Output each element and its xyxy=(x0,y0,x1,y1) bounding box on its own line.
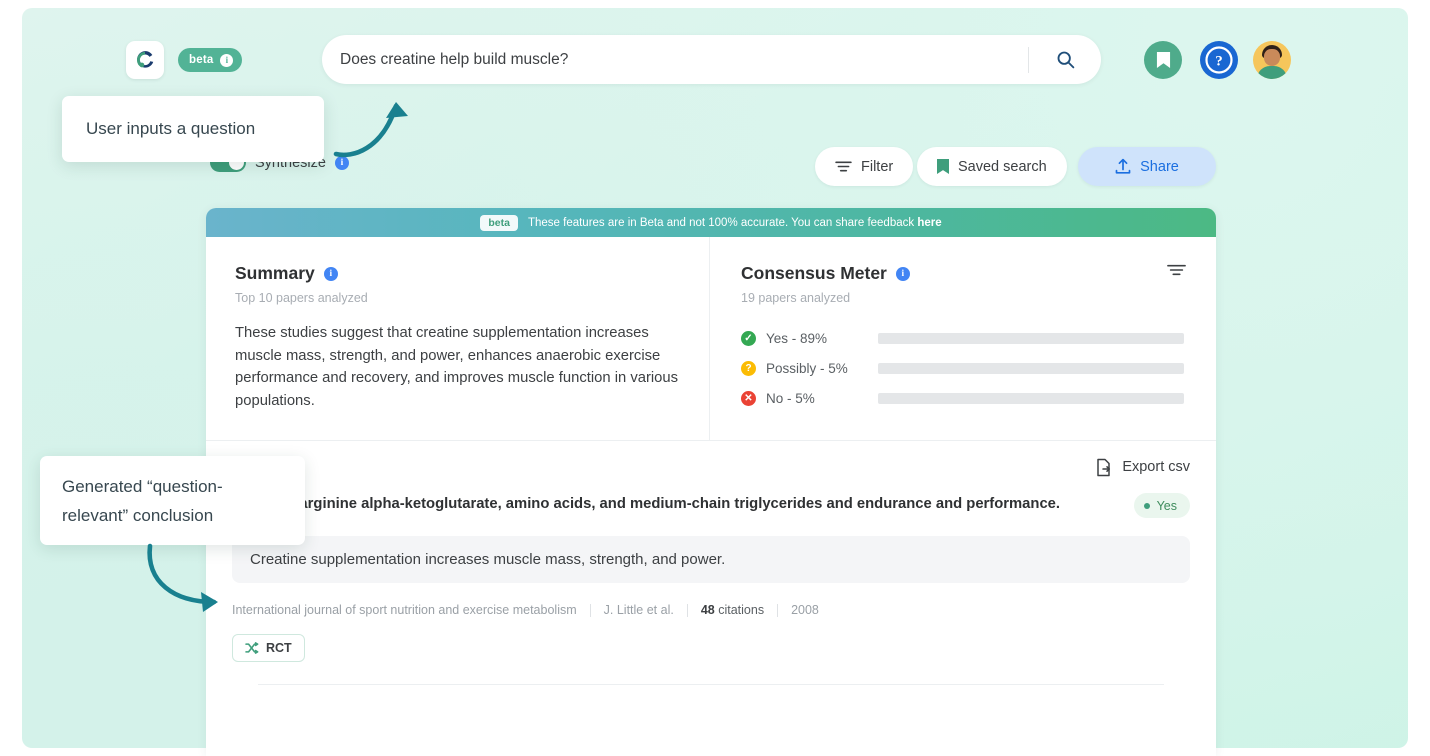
saved-search-label: Saved search xyxy=(958,159,1047,175)
result-journal: International journal of sport nutrition… xyxy=(232,603,577,617)
summary-title: Summary i xyxy=(235,263,679,284)
consensus-meter-row: ? Possibly - 5% xyxy=(741,353,1184,383)
check-circle-icon: ✓ xyxy=(741,331,756,346)
search-bar[interactable]: Does creatine help build muscle? xyxy=(322,35,1101,84)
result-citations-label: citations xyxy=(718,603,764,617)
question-circle-icon: ? xyxy=(741,361,756,376)
export-csv-label: Export csv xyxy=(1122,459,1190,475)
x-circle-icon: ✕ xyxy=(741,391,756,406)
consensus-logo-icon xyxy=(134,49,156,71)
consensus-row-track xyxy=(878,363,1184,374)
consensus-row-label: Possibly - 5% xyxy=(766,361,878,376)
meta-separator xyxy=(590,604,591,617)
consensus-row-track xyxy=(878,333,1184,344)
summary-title-text: Summary xyxy=(235,263,315,284)
result-item: Creatine, arginine alpha-ketoglutarate, … xyxy=(206,493,1216,685)
beta-banner-message: These features are in Beta and not 100% … xyxy=(528,217,942,229)
consensus-title: Consensus Meter i xyxy=(741,263,1184,284)
question-mark-icon: ? xyxy=(1200,41,1238,79)
export-file-icon xyxy=(1096,458,1113,477)
app-logo[interactable] xyxy=(126,41,164,79)
consensus-info-icon[interactable]: i xyxy=(896,267,910,281)
annotation-callout-search-text: User inputs a question xyxy=(86,119,255,139)
result-header: Creatine, arginine alpha-ketoglutarate, … xyxy=(232,493,1190,518)
search-input[interactable]: Does creatine help build muscle? xyxy=(322,51,1028,69)
share-label: Share xyxy=(1140,159,1179,175)
consensus-title-text: Consensus Meter xyxy=(741,263,887,284)
bookmark-icon xyxy=(1156,51,1171,69)
saved-button[interactable] xyxy=(1144,41,1182,79)
filter-icon xyxy=(835,160,852,173)
result-conclusion: Creatine supplementation increases muscl… xyxy=(232,536,1190,583)
avatar-icon xyxy=(1253,41,1291,79)
synthesize-info-icon[interactable]: i xyxy=(335,156,349,170)
consensus-section: Consensus Meter i 19 papers analyzed ✓ Ye… xyxy=(710,237,1216,440)
filter-icon xyxy=(1167,263,1186,277)
search-button[interactable] xyxy=(1029,35,1101,84)
consensus-subtitle: 19 papers analyzed xyxy=(741,291,1184,305)
result-verdict-label: Yes xyxy=(1157,499,1177,513)
consensus-meter-row: ✓ Yes - 89% xyxy=(741,323,1184,353)
annotation-callout-conclusion: Generated “question-relevant” conclusion xyxy=(40,456,305,545)
summary-section: Summary i Top 10 papers analyzed These s… xyxy=(206,237,710,440)
meta-separator xyxy=(687,604,688,617)
share-button[interactable]: Share xyxy=(1078,147,1216,186)
consensus-row-track xyxy=(878,393,1184,404)
beta-notice-banner: beta These features are in Beta and not … xyxy=(206,208,1216,237)
insights-split: Summary i Top 10 papers analyzed These s… xyxy=(206,237,1216,441)
help-button[interactable]: ? xyxy=(1200,41,1238,79)
beta-banner-text: These features are in Beta and not 100% … xyxy=(528,217,917,229)
result-divider xyxy=(258,684,1164,685)
beta-badge[interactable]: beta i xyxy=(178,48,242,72)
svg-text:?: ? xyxy=(1215,54,1223,70)
consensus-meter-rows: ✓ Yes - 89%? Possibly - 5% ✕ No - 5% xyxy=(741,323,1184,413)
result-study-type-tag[interactable]: RCT xyxy=(232,634,305,662)
result-verdict-badge: Yes xyxy=(1134,493,1190,518)
result-metadata: International journal of sport nutrition… xyxy=(232,603,1190,617)
summary-body: These studies suggest that creatine supp… xyxy=(235,322,679,412)
summary-info-icon[interactable]: i xyxy=(324,267,338,281)
annotation-callout-search: User inputs a question xyxy=(62,96,324,162)
annotation-callout-conclusion-text: Generated “question-relevant” conclusion xyxy=(62,472,287,530)
export-csv-button[interactable]: Export csv xyxy=(206,441,1216,493)
account-avatar[interactable] xyxy=(1253,41,1291,79)
saved-search-button[interactable]: Saved search xyxy=(917,147,1067,186)
result-title[interactable]: Creatine, arginine alpha-ketoglutarate, … xyxy=(232,493,1118,516)
beta-info-icon[interactable]: i xyxy=(220,54,233,67)
beta-banner-chip: beta xyxy=(480,215,518,231)
feedback-link[interactable]: here xyxy=(917,217,941,229)
verdict-dot-icon xyxy=(1144,503,1150,509)
share-upload-icon xyxy=(1115,158,1131,175)
consensus-row-label: No - 5% xyxy=(766,391,878,406)
consensus-row-label: Yes - 89% xyxy=(766,331,878,346)
bookmark-icon xyxy=(937,159,949,174)
consensus-filter-button[interactable] xyxy=(1167,263,1186,282)
search-icon xyxy=(1055,49,1076,70)
result-study-type-label: RCT xyxy=(266,641,292,655)
result-citations: 48 citations xyxy=(701,603,764,617)
screenshot-stage: beta i Does creatine help build muscle? … xyxy=(0,0,1430,756)
shuffle-icon xyxy=(245,642,259,654)
consensus-meter-row: ✕ No - 5% xyxy=(741,383,1184,413)
filter-button[interactable]: Filter xyxy=(815,147,913,186)
results-panel: beta These features are in Beta and not … xyxy=(206,208,1216,756)
beta-badge-label: beta xyxy=(189,54,213,66)
result-year: 2008 xyxy=(791,603,819,617)
filter-label: Filter xyxy=(861,159,893,175)
result-citations-count: 48 xyxy=(701,603,715,617)
meta-separator xyxy=(777,604,778,617)
summary-subtitle: Top 10 papers analyzed xyxy=(235,291,679,305)
result-authors: J. Little et al. xyxy=(604,603,674,617)
